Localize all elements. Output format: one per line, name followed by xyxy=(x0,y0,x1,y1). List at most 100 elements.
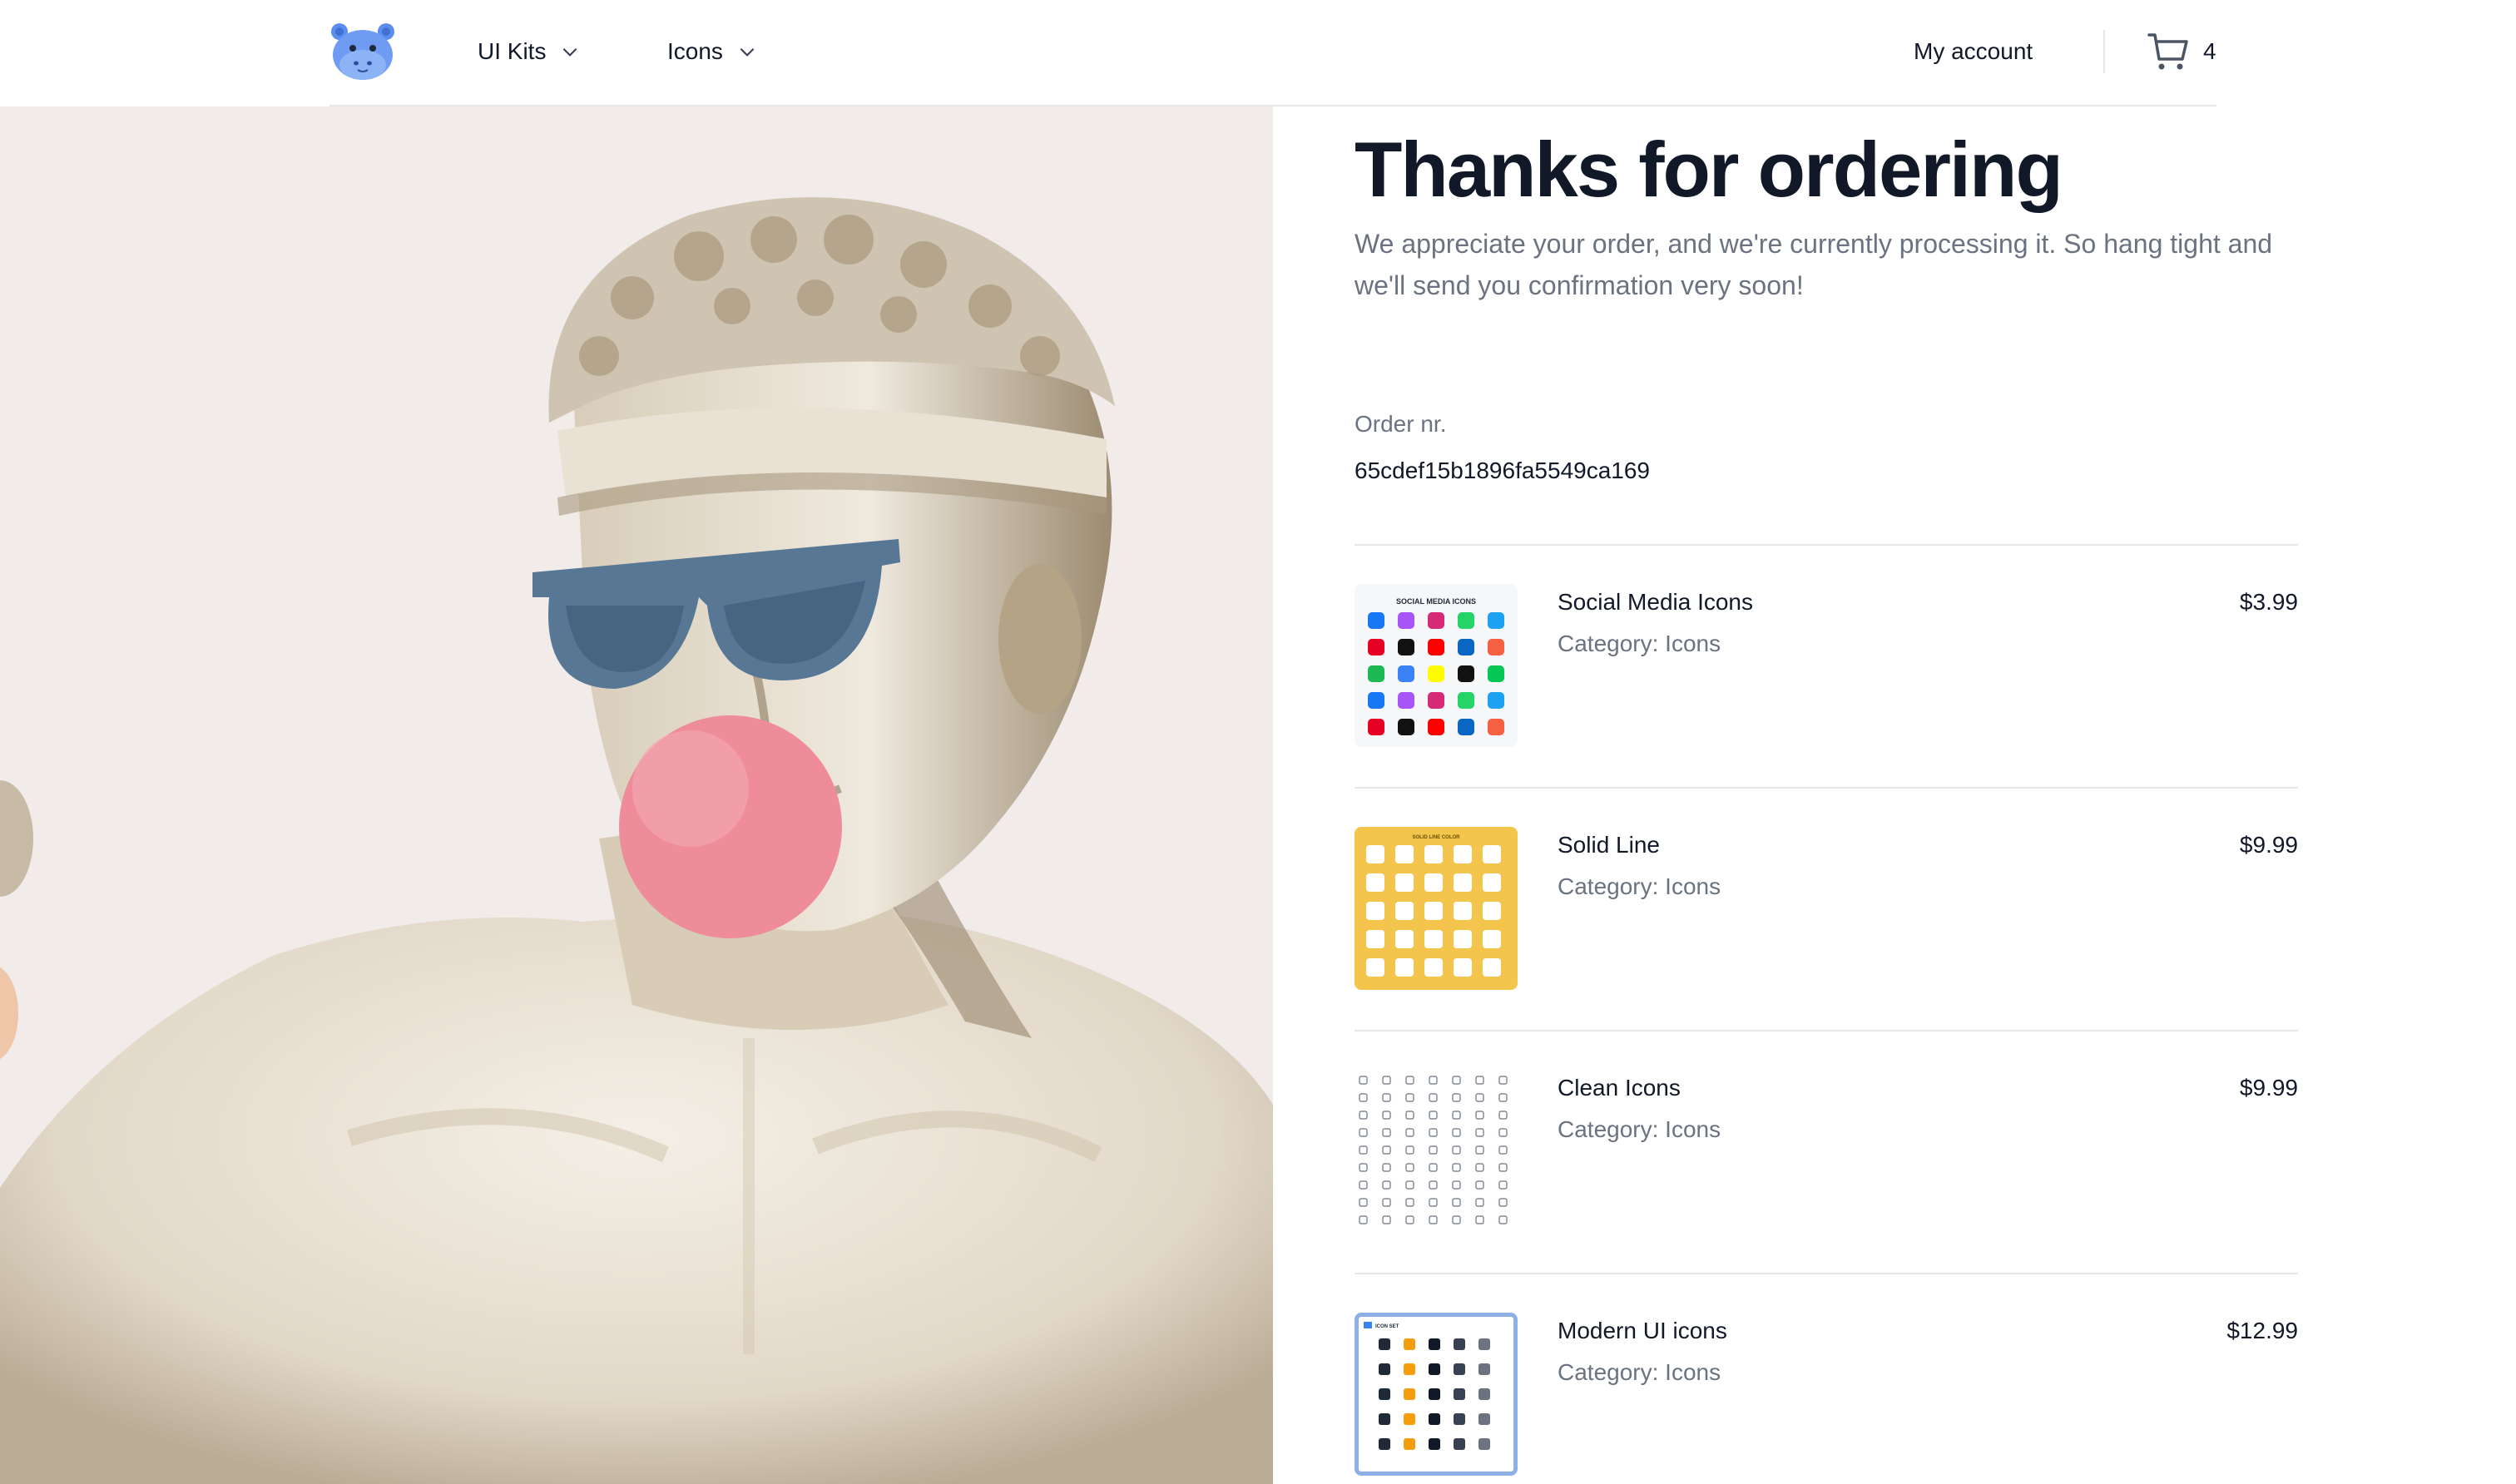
thumbnail-icon xyxy=(1359,1145,1368,1155)
thumbnail-icon xyxy=(1452,1180,1461,1190)
thumbnail-icon xyxy=(1475,1076,1484,1085)
order-item: SOLID LINE COLOR Solid Line Category: Ic… xyxy=(1355,827,2298,990)
thumbnail-icon xyxy=(1424,930,1443,948)
thumbnail-icon xyxy=(1429,1145,1438,1155)
thumbnail-icon xyxy=(1404,1338,1415,1350)
product-category: Category: Icons xyxy=(1558,631,1721,656)
thumbnail-icon xyxy=(1429,1163,1438,1172)
thumbnail-icon xyxy=(1454,845,1472,863)
thumbnail-icon xyxy=(1405,1145,1414,1155)
thumbnail-icon xyxy=(1404,1363,1415,1375)
nav-icons-label: Icons xyxy=(667,38,723,64)
thumbnail-icon xyxy=(1429,1093,1438,1102)
thumbnail-icon xyxy=(1359,1093,1368,1102)
thumbnail-icon xyxy=(1454,958,1472,977)
thumbnail-icon xyxy=(1475,1163,1484,1172)
product-category: Category: Icons xyxy=(1558,1116,1721,1142)
thumbnail-icon xyxy=(1452,1215,1461,1224)
thumbnail-title: ICON SET xyxy=(1375,1324,1399,1329)
thumbnail-icon xyxy=(1424,845,1443,863)
thumbnail-icon xyxy=(1458,719,1474,735)
nav-icons[interactable]: Icons xyxy=(667,33,758,70)
thumbnail-icon xyxy=(1382,1111,1391,1120)
chevron-down-icon xyxy=(563,47,577,57)
product-price: $9.99 xyxy=(2239,832,2298,858)
thumbnail-icon xyxy=(1488,692,1504,709)
thumbnail-icon xyxy=(1366,873,1384,892)
thumbnail-icon xyxy=(1368,719,1384,735)
thumbnail-icon xyxy=(1478,1438,1490,1450)
thumbnail-icon xyxy=(1454,1388,1465,1400)
thumbnail-icon xyxy=(1428,665,1444,682)
thumbnail-icon xyxy=(1424,958,1443,977)
thumbnail-icon xyxy=(1398,665,1414,682)
thumbnail-icon xyxy=(1379,1388,1390,1400)
thumbnail-icon xyxy=(1452,1163,1461,1172)
thumbnail-icon xyxy=(1368,692,1384,709)
my-account-link[interactable]: My account xyxy=(1914,33,2033,70)
thumbnail-icon xyxy=(1429,1388,1440,1400)
product-thumbnail[interactable]: SOLID LINE COLOR xyxy=(1355,827,1518,990)
page-subtitle: We appreciate your order, and we're curr… xyxy=(1355,229,2273,300)
thumbnail-icon xyxy=(1404,1438,1415,1450)
thumbnail-icon xyxy=(1379,1413,1390,1425)
thumbnail-icon xyxy=(1429,1215,1438,1224)
thumbnail-icon xyxy=(1452,1128,1461,1137)
thumbnail-icon xyxy=(1475,1215,1484,1224)
thumbnail-icon xyxy=(1359,1180,1368,1190)
order-item: ICON SET Modern UI icons Category: Icons… xyxy=(1355,1313,2298,1476)
order-item: SOCIAL MEDIA ICONS Social Media Icons Ca… xyxy=(1355,584,2298,747)
thumbnail-icon xyxy=(1454,1363,1465,1375)
thumbnail-icon xyxy=(1452,1198,1461,1207)
thumbnail-icon xyxy=(1366,958,1384,977)
product-name: Social Media Icons xyxy=(1558,589,1754,615)
product-thumbnail[interactable]: ICON SET xyxy=(1355,1313,1518,1476)
thumbnail-icon xyxy=(1405,1215,1414,1224)
thumbnail-icon xyxy=(1498,1128,1508,1137)
thumbnail-icon xyxy=(1454,902,1472,920)
thumbnail-icon xyxy=(1382,1145,1391,1155)
product-thumbnail[interactable]: SOCIAL MEDIA ICONS xyxy=(1355,584,1518,747)
divider xyxy=(1355,1030,2298,1031)
thumbnail-icon xyxy=(1454,873,1472,892)
thumbnail-icon xyxy=(1405,1093,1414,1102)
thumbnail-icon xyxy=(1429,1076,1438,1085)
thumbnail-icon xyxy=(1368,665,1384,682)
thumbnail-icon xyxy=(1395,845,1414,863)
product-name: Modern UI icons xyxy=(1558,1318,1727,1343)
thumbnail-icon xyxy=(1458,639,1474,655)
order-number-value: 65cdef15b1896fa5549ca169 xyxy=(1355,458,1651,483)
product-price: $3.99 xyxy=(2239,589,2298,615)
thumbnail-icon xyxy=(1405,1198,1414,1207)
thumbnail-icon xyxy=(1398,719,1414,735)
thumbnail-icon xyxy=(1454,930,1472,948)
thumbnail-icon xyxy=(1498,1180,1508,1190)
thumbnail-icon xyxy=(1404,1413,1415,1425)
product-price: $12.99 xyxy=(2226,1318,2298,1343)
nav-ui-kits[interactable]: UI Kits xyxy=(478,33,581,70)
hippo-logo-icon[interactable] xyxy=(328,20,398,82)
cart-button[interactable]: 4 xyxy=(2147,28,2216,75)
divider xyxy=(1355,1273,2298,1274)
thumbnail-icon xyxy=(1488,719,1504,735)
thumbnail-icon xyxy=(1429,1363,1440,1375)
thumbnail-icon xyxy=(1483,930,1501,948)
thumbnail-icon xyxy=(1428,612,1444,629)
thumbnail-icon xyxy=(1405,1076,1414,1085)
nav-ui-kits-label: UI Kits xyxy=(478,38,547,64)
product-category: Category: Icons xyxy=(1558,873,1721,899)
thumbnail-icon xyxy=(1429,1111,1438,1120)
thumbnail-icon xyxy=(1359,1076,1368,1085)
thumbnail-icon xyxy=(1498,1163,1508,1172)
thumbnail-icon xyxy=(1379,1438,1390,1450)
header-divider xyxy=(2103,30,2105,73)
thumbnail-icon xyxy=(1458,665,1474,682)
thumbnail-icon xyxy=(1368,612,1384,629)
thumbnail-icon xyxy=(1488,612,1504,629)
page-title: Thanks for ordering xyxy=(1355,126,2063,213)
thumbnail-icon xyxy=(1424,873,1443,892)
product-thumbnail[interactable] xyxy=(1355,1070,1518,1233)
thumbnail-icon xyxy=(1454,1338,1465,1350)
thumbnail-icon xyxy=(1458,692,1474,709)
thumbnail-icon xyxy=(1382,1128,1391,1137)
